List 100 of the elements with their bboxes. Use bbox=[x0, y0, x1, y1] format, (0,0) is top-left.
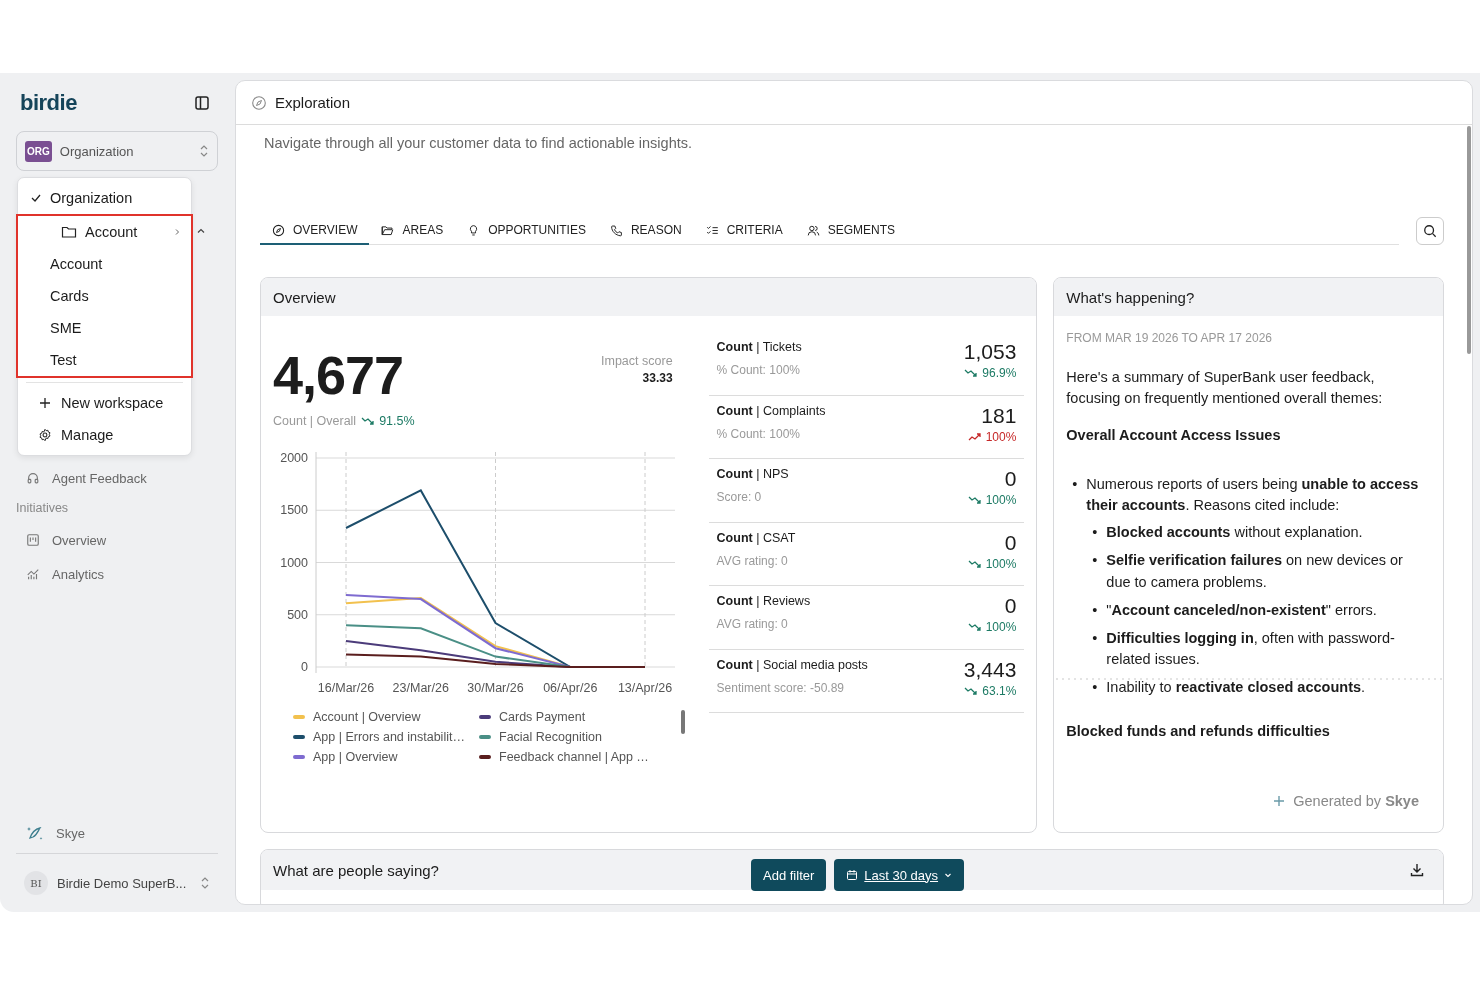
date-range: FROM MAR 19 2026 TO APR 17 2026 bbox=[1066, 330, 1273, 347]
folder-icon bbox=[61, 224, 77, 240]
search-button[interactable] bbox=[1416, 217, 1444, 245]
plus-icon bbox=[38, 396, 52, 410]
reason-tab-icon bbox=[609, 223, 623, 237]
axis-tick-label: 0 bbox=[301, 660, 308, 674]
metric-value: 0 bbox=[1004, 530, 1017, 555]
axis-tick-label: 30/Mar/26 bbox=[467, 681, 524, 695]
summary-bullet: Inability to reactivate closed accounts. bbox=[1106, 677, 1366, 697]
trend-delta: 100% bbox=[985, 493, 1017, 507]
sparkle-icon bbox=[1273, 795, 1286, 808]
menu-item[interactable]: Account bbox=[18, 216, 191, 248]
summary-bullet: Blocked accounts without explanation. bbox=[1106, 523, 1363, 543]
tab[interactable]: OPPORTUNITIES bbox=[455, 217, 598, 246]
metric-label: Count | Reviews bbox=[716, 594, 811, 608]
legend-item[interactable]: Account | Overview bbox=[293, 710, 479, 724]
sidebar-toggle-icon[interactable] bbox=[194, 95, 210, 111]
impact-label: Impact score bbox=[601, 354, 673, 368]
metric-detail: Sentiment score: -50.89 bbox=[716, 680, 845, 695]
tab[interactable]: CRITERIA bbox=[693, 217, 795, 246]
chevron-right-icon bbox=[173, 228, 181, 236]
organization-selector[interactable]: ORG Organization bbox=[16, 131, 218, 171]
section-label: Initiatives bbox=[16, 501, 70, 517]
axis-tick-label: 500 bbox=[287, 607, 308, 622]
legend-item[interactable]: App | Overview bbox=[293, 750, 479, 764]
menu-item[interactable]: Manage bbox=[18, 419, 191, 451]
chart-icon bbox=[26, 567, 40, 581]
scrollbar-thumb[interactable] bbox=[1467, 126, 1471, 354]
impact-score: 33.33 bbox=[641, 371, 673, 385]
legend-item[interactable]: Facial Recognition bbox=[479, 730, 679, 744]
tab[interactable]: OVERVIEW bbox=[260, 217, 370, 246]
menu-item[interactable]: Test bbox=[18, 344, 191, 376]
menu-item[interactable]: New workspace bbox=[18, 387, 191, 419]
trend-delta: 96.9% bbox=[982, 366, 1017, 380]
logo[interactable]: birdie bbox=[20, 90, 77, 116]
date-range-button[interactable]: Last 30 days bbox=[834, 859, 965, 891]
overview-tab-icon bbox=[272, 223, 285, 237]
board-icon bbox=[26, 533, 40, 547]
trend-delta: 100% bbox=[985, 620, 1017, 634]
card-title: Overview bbox=[273, 288, 336, 306]
axis-tick-label: 2000 bbox=[280, 451, 308, 465]
segments-tab-icon bbox=[806, 223, 820, 237]
nav-item[interactable]: Agent Feedback bbox=[16, 461, 218, 495]
metric-detail: % Count: 100% bbox=[716, 363, 801, 377]
metric-detail: AVG rating: 0 bbox=[716, 617, 789, 631]
settings-icon bbox=[38, 428, 52, 442]
metric-label: Count | CSAT bbox=[716, 530, 796, 545]
axis-tick-label: 1500 bbox=[280, 503, 308, 518]
summary-paragraph: Here's a summary of SuperBank user feedback, focusing on frequently mentioned overall themes: bbox=[1066, 368, 1384, 409]
bullet-mark: • bbox=[1092, 551, 1099, 571]
axis-tick-label: 06/Apr/26 bbox=[543, 681, 598, 695]
nav-item[interactable]: Overview bbox=[16, 523, 218, 557]
add-filter-button[interactable]: Add filter bbox=[751, 859, 827, 891]
account-switcher[interactable]: BI Birdie Demo SuperB... bbox=[16, 868, 218, 898]
legend-item[interactable]: App | Errors and instabilit… bbox=[293, 730, 479, 744]
metric-value: 3,443 bbox=[963, 657, 1017, 682]
calendar-icon bbox=[846, 869, 859, 881]
card-title: What's happening? bbox=[1066, 288, 1195, 306]
bullet-mark: • bbox=[1092, 600, 1099, 620]
metric-detail: % Count: 100% bbox=[716, 426, 801, 441]
axis-tick-label: 23/Mar/26 bbox=[392, 681, 449, 695]
total-count: 4,677 bbox=[273, 344, 405, 406]
tab[interactable]: SEGMENTS bbox=[794, 217, 907, 246]
page-description: Navigate through all your customer data to find actionable insights. bbox=[264, 135, 693, 151]
download-icon[interactable] bbox=[1409, 862, 1425, 878]
axis-tick-label: 1000 bbox=[280, 555, 308, 570]
summary-heading: Blocked funds and refunds difficulties bbox=[1066, 721, 1331, 741]
scrollbar-thumb[interactable] bbox=[681, 710, 685, 734]
tab[interactable]: AREAS bbox=[369, 217, 456, 246]
criteria-tab-icon bbox=[705, 223, 719, 237]
summary-heading: Overall Account Access Issues bbox=[1066, 426, 1282, 446]
menu-item[interactable]: SME bbox=[18, 312, 191, 344]
bullet-mark: • bbox=[1072, 475, 1079, 495]
card-title: What are people saying? bbox=[273, 861, 440, 879]
compass-icon bbox=[251, 94, 267, 111]
legend-item[interactable]: Feedback channel | App … bbox=[479, 750, 679, 764]
menu-item[interactable]: Organization bbox=[18, 182, 191, 214]
menu-item[interactable]: Cards bbox=[18, 280, 191, 312]
bullet-mark: • bbox=[1092, 628, 1099, 648]
page-title: Exploration bbox=[275, 94, 351, 111]
metric-value: 0 bbox=[1004, 594, 1017, 618]
metric-value: 181 bbox=[981, 403, 1017, 428]
summary-bullet: "Account canceled/non-existent" errors. bbox=[1106, 600, 1377, 620]
axis-tick-label: 13/Apr/26 bbox=[617, 681, 673, 695]
search-icon bbox=[1423, 224, 1437, 238]
bullet-mark: • bbox=[1092, 523, 1099, 543]
count-label: Count | Overall bbox=[273, 414, 357, 428]
summary-bullet: Numerous reports of users being unable to access their accounts. Reasons cited include: bbox=[1086, 475, 1420, 516]
metric-label: Count | Complaints bbox=[716, 403, 826, 418]
metric-label: Count | Tickets bbox=[716, 340, 802, 354]
generated-by-label: Generated by Skye bbox=[1293, 792, 1419, 811]
caret-icon bbox=[944, 871, 953, 879]
tab[interactable]: REASON bbox=[597, 217, 694, 246]
legend-item[interactable]: Cards Payment bbox=[479, 710, 679, 724]
caret-icon[interactable] bbox=[196, 226, 206, 236]
summary-bullet: Selfie verification failures on new devices or due to camera problems. bbox=[1106, 551, 1404, 592]
metric-label: Count | Social media posts bbox=[716, 657, 868, 672]
menu-item[interactable]: Account bbox=[18, 248, 191, 280]
assistant-link[interactable]: Skye bbox=[16, 815, 218, 854]
nav-item[interactable]: Analytics bbox=[16, 557, 218, 591]
